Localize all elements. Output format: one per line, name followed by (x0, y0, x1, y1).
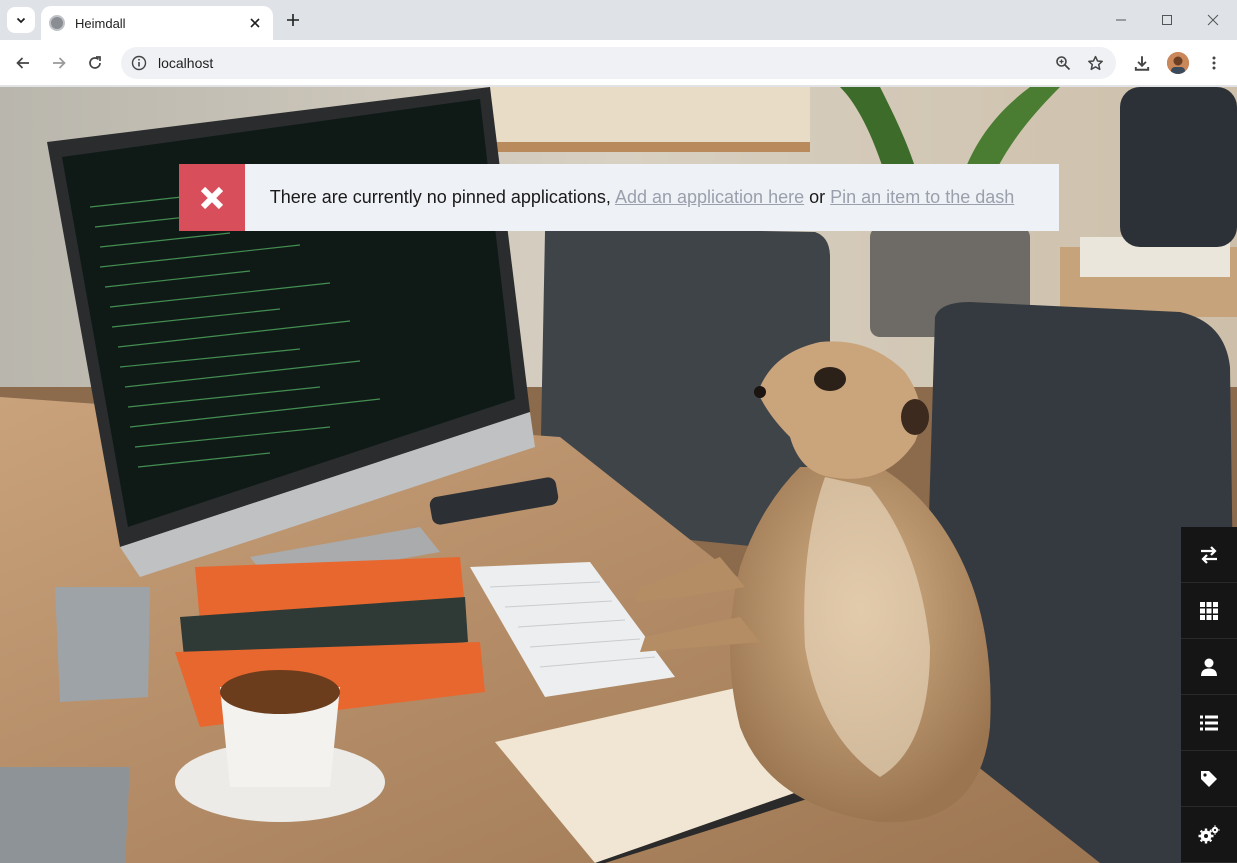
page-content: There are currently no pinned applicatio… (0, 87, 1237, 863)
close-window-icon (1207, 14, 1219, 26)
add-application-link[interactable]: Add an application here (615, 187, 804, 207)
alert-text: There are currently no pinned applicatio… (245, 187, 1059, 208)
heimdall-icon (49, 15, 65, 31)
side-nav (1181, 527, 1237, 863)
avatar[interactable] (1167, 52, 1189, 74)
tags-button[interactable] (1181, 751, 1237, 807)
downloads-button[interactable] (1130, 51, 1154, 75)
settings-button[interactable] (1181, 807, 1237, 863)
items-list-button[interactable] (1181, 695, 1237, 751)
url-text[interactable]: localhost (158, 55, 1052, 71)
plus-icon (287, 14, 299, 26)
tab-search-button[interactable] (7, 7, 35, 33)
minimize-icon (1116, 19, 1126, 21)
user-icon (1201, 658, 1217, 676)
swap-arrows-icon (1201, 545, 1217, 564)
address-bar[interactable]: localhost (121, 47, 1116, 79)
x-icon (200, 186, 224, 209)
reload-button[interactable] (83, 51, 107, 75)
pin-item-link[interactable]: Pin an item to the dash (830, 187, 1014, 207)
menu-button[interactable] (1202, 51, 1226, 75)
info-icon[interactable] (130, 54, 148, 72)
forward-button[interactable] (47, 51, 71, 75)
kebab-menu-icon (1212, 56, 1216, 70)
reload-icon (89, 56, 101, 69)
chevron-down-icon (16, 17, 26, 24)
close-window-button[interactable] (1203, 10, 1223, 30)
no-apps-alert: There are currently no pinned applicatio… (179, 164, 1059, 231)
star-icon[interactable] (1084, 52, 1106, 74)
alert-icon-box (179, 164, 245, 231)
switch-view-button[interactable] (1181, 527, 1237, 583)
cogs-icon (1198, 825, 1220, 843)
tab-title: Heimdall (75, 15, 126, 31)
maximize-button[interactable] (1157, 10, 1177, 30)
forward-arrow-icon (53, 57, 66, 69)
maximize-icon (1162, 15, 1172, 25)
close-icon[interactable] (247, 15, 263, 31)
zoom-icon[interactable] (1052, 52, 1074, 74)
new-tab-button[interactable] (283, 10, 303, 30)
grid-icon (1200, 601, 1218, 620)
alert-message: There are currently no pinned applicatio… (269, 187, 611, 207)
back-button[interactable] (11, 51, 35, 75)
dashboard-button[interactable] (1181, 583, 1237, 639)
alert-joiner: or (809, 187, 826, 207)
users-button[interactable] (1181, 639, 1237, 695)
download-icon (1134, 56, 1150, 71)
browser-tab[interactable]: Heimdall (41, 6, 273, 40)
back-arrow-icon (16, 57, 29, 69)
tag-icon (1201, 770, 1217, 787)
list-icon (1200, 715, 1218, 730)
tab-strip: Heimdall (0, 0, 1237, 40)
minimize-button[interactable] (1111, 10, 1131, 30)
browser-toolbar: localhost (0, 40, 1237, 86)
